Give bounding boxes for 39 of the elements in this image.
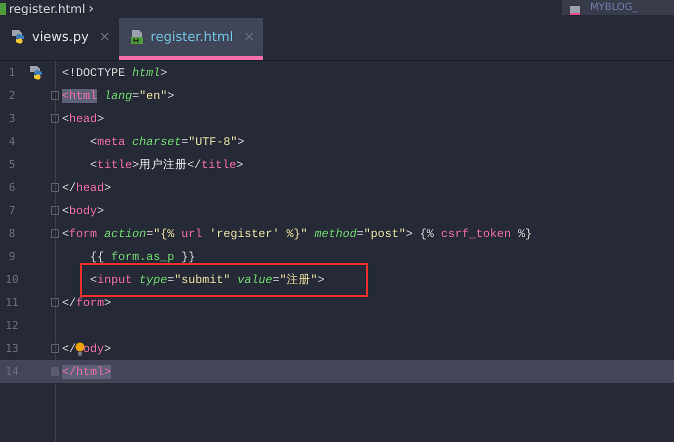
line-number: 3 <box>8 112 16 125</box>
line-number: 10 <box>4 273 20 286</box>
line-number: 11 <box>4 296 20 309</box>
code-line: <!DOCTYPE html> <box>62 66 168 80</box>
light-bulb-icon[interactable] <box>76 340 84 356</box>
code-line: <meta charset="UTF-8"> <box>89 134 244 148</box>
line-number: 12 <box>4 319 20 332</box>
close-icon[interactable]: × <box>98 29 111 45</box>
line-number: 4 <box>8 135 16 148</box>
editor-tab[interactable]: register.html × <box>118 18 263 60</box>
code-line: <head> <box>62 112 104 126</box>
code-line: </head> <box>62 180 112 194</box>
code-line: <body> <box>62 204 104 218</box>
line-number: 13 <box>4 342 20 355</box>
fold-icon[interactable] <box>51 298 59 307</box>
code-line: {{ form.as_p }} <box>89 250 196 264</box>
code-line: <title>用户注册</title> <box>89 157 244 172</box>
fold-icon[interactable] <box>51 183 59 192</box>
code-line: <html lang="en"> <box>62 88 174 102</box>
fold-icon[interactable] <box>51 344 59 353</box>
code-line: <form action="{% url 'register' %}" method="post"> {% csrf_token %} <box>62 226 532 240</box>
fold-icon[interactable] <box>51 206 59 215</box>
chevron-icon: › <box>88 3 94 15</box>
run-config-selector[interactable]: MYBLOG_ <box>562 0 674 15</box>
fold-icon[interactable] <box>51 114 59 123</box>
fold-icon[interactable] <box>51 229 59 238</box>
line-number: 8 <box>8 227 16 240</box>
line-number: 5 <box>8 158 16 171</box>
line-number: 6 <box>8 181 16 194</box>
line-number: 9 <box>8 250 16 263</box>
code-line: </ ody> <box>62 340 112 356</box>
code-line: </form> <box>62 296 112 310</box>
editor-tab[interactable]: views.py × <box>0 18 119 60</box>
line-number: 2 <box>8 89 16 102</box>
code-line: <input type="submit" value="注册"> <box>89 272 325 287</box>
line-number: 1 <box>8 66 16 79</box>
line-number: 7 <box>8 204 16 217</box>
fold-icon[interactable] <box>51 91 59 100</box>
python-file-icon <box>10 29 26 45</box>
